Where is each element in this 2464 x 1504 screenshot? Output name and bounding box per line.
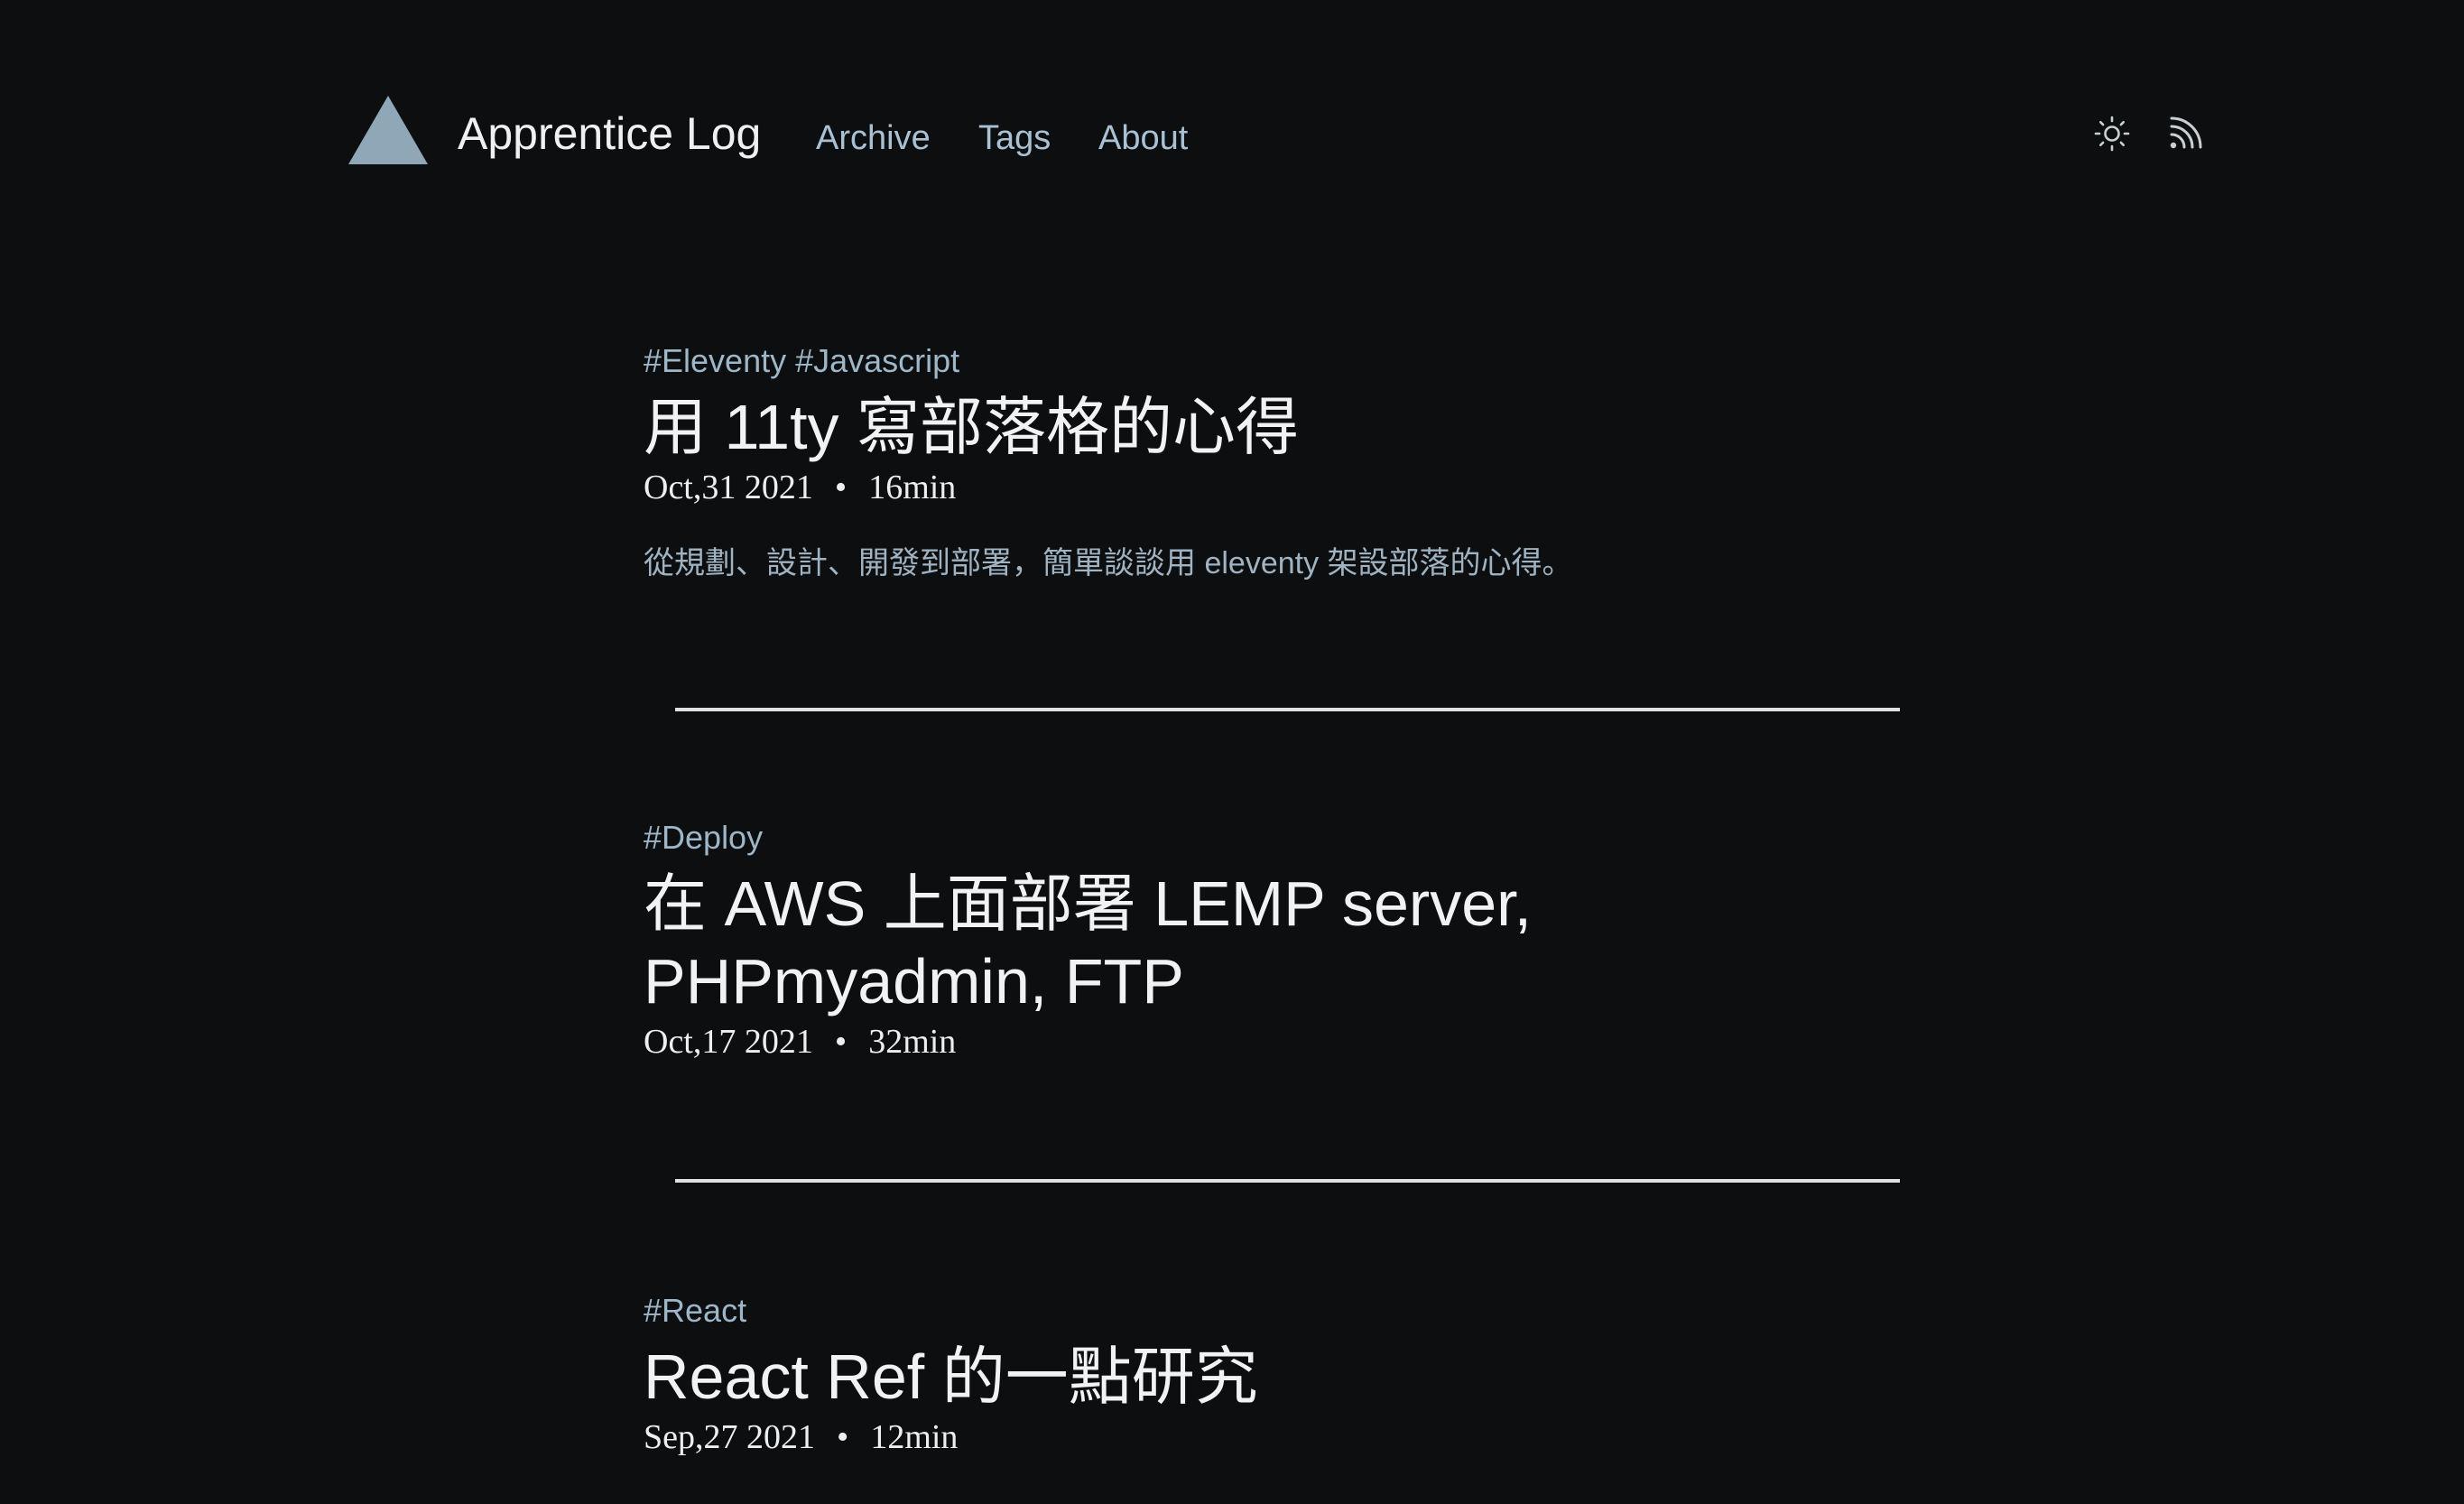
post-date: Oct,31 2021 bbox=[644, 469, 813, 506]
post-item: #Deploy 在 AWS 上面部署 LEMP server, PHPmyadm… bbox=[644, 818, 1546, 1063]
site-header: Apprentice Log Archive Tags About bbox=[0, 0, 2464, 217]
post-divider bbox=[675, 708, 1900, 711]
triangle-logo-icon[interactable] bbox=[348, 96, 428, 164]
meta-separator: • bbox=[834, 1023, 848, 1061]
post-meta: Sep,27 2021 • 12min bbox=[644, 1416, 1907, 1459]
post-meta: Oct,31 2021 • 16min bbox=[644, 466, 1907, 509]
post-read-time: 12min bbox=[870, 1418, 959, 1456]
post-item: #Eleventy #Javascript 用 11ty 寫部落格的心得 Oct,… bbox=[644, 341, 1907, 583]
post-tags: #React bbox=[644, 1291, 1907, 1331]
post-date: Sep,27 2021 bbox=[644, 1418, 815, 1456]
tag-link[interactable]: #Eleventy bbox=[644, 342, 786, 379]
post-title[interactable]: 用 11ty 寫部落格的心得 bbox=[644, 388, 1907, 466]
meta-separator: • bbox=[834, 469, 848, 506]
nav-about-link[interactable]: About bbox=[1098, 116, 1188, 161]
post-title[interactable]: React Ref 的一點研究 bbox=[644, 1338, 1907, 1416]
post-title[interactable]: 在 AWS 上面部署 LEMP server, PHPmyadmin, FTP bbox=[644, 865, 1546, 1020]
site-title[interactable]: Apprentice Log bbox=[458, 107, 761, 161]
post-read-time: 16min bbox=[868, 469, 957, 506]
post-tags: #Deploy bbox=[644, 818, 1546, 858]
post-meta: Oct,17 2021 • 32min bbox=[644, 1020, 1546, 1063]
post-tags: #Eleventy #Javascript bbox=[644, 341, 1907, 381]
tag-link[interactable]: #Javascript bbox=[795, 342, 959, 379]
post-read-time: 32min bbox=[868, 1023, 957, 1061]
tag-link[interactable]: #React bbox=[644, 1292, 746, 1329]
sun-icon[interactable] bbox=[2091, 113, 2133, 154]
nav-tags-link[interactable]: Tags bbox=[978, 116, 1051, 161]
nav-archive-link[interactable]: Archive bbox=[816, 116, 931, 161]
post-item: #React React Ref 的一點研究 Sep,27 2021 • 12min bbox=[644, 1291, 1907, 1459]
post-divider bbox=[675, 1179, 1900, 1183]
rss-icon[interactable] bbox=[2164, 113, 2206, 154]
meta-separator: • bbox=[837, 1418, 849, 1456]
post-date: Oct,17 2021 bbox=[644, 1023, 813, 1061]
tag-link[interactable]: #Deploy bbox=[644, 819, 763, 856]
post-excerpt: 從規劃、設計、開發到部署，簡單談談用 eleventy 架設部落的心得。 bbox=[644, 546, 1573, 580]
